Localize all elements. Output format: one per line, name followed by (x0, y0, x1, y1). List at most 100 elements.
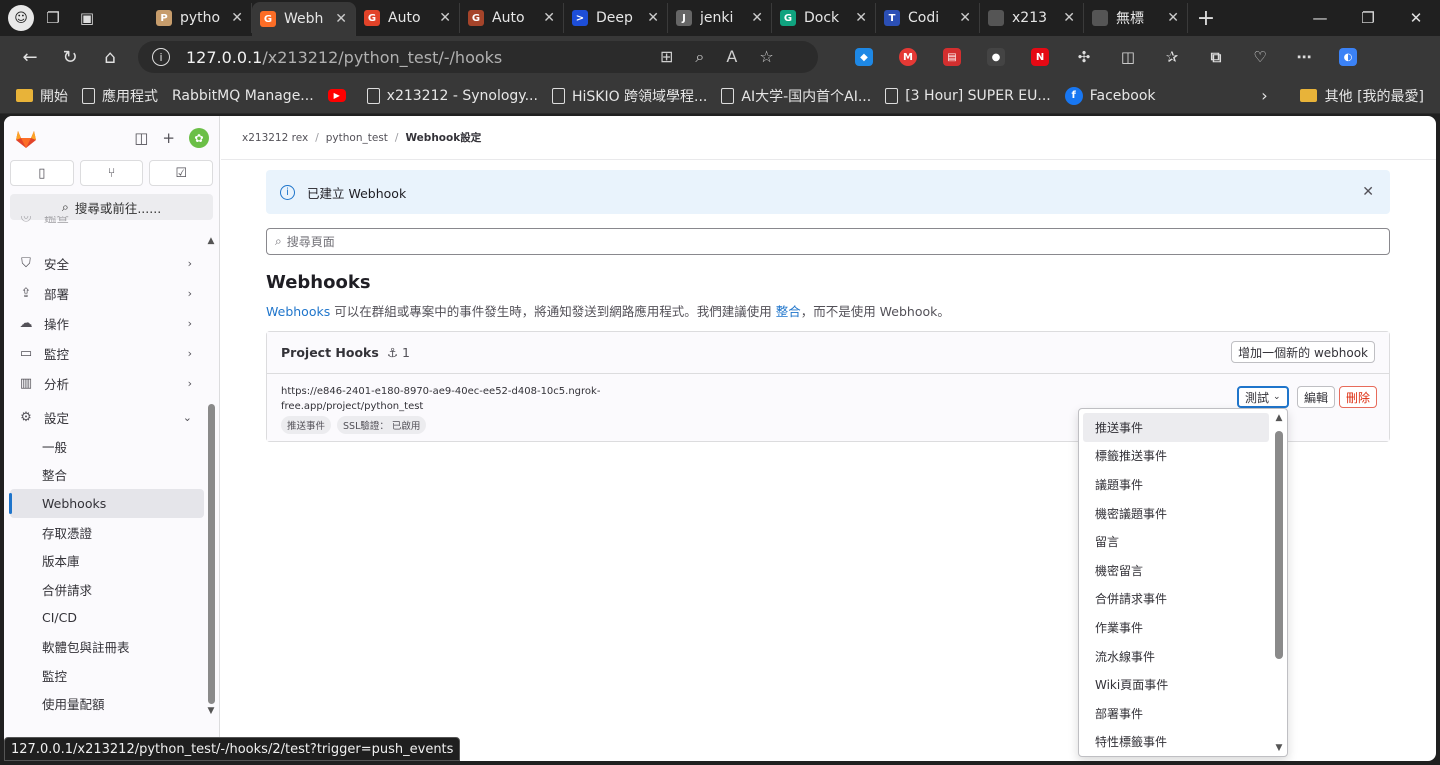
browser-tab[interactable]: 無標 ✕ (1084, 3, 1188, 33)
sidebar-subitem[interactable]: CI/CD (4, 604, 204, 633)
app-available-icon[interactable]: ⊞ (660, 47, 673, 67)
sidebar-item[interactable]: ▥ 分析 › (4, 368, 204, 398)
bookmark-item[interactable]: 應用程式 (82, 86, 158, 106)
tab-close-icon[interactable]: ✕ (647, 10, 659, 26)
bookmark-item[interactable]: AI大学-国内首个AI... (721, 86, 871, 106)
extension-m-icon[interactable]: M (899, 48, 917, 66)
browser-tab[interactable]: G Auto ✕ (460, 3, 564, 33)
add-webhook-button[interactable]: 增加一個新的 webhook (1231, 341, 1375, 363)
dropdown-item[interactable]: 機密議題事件 (1083, 499, 1269, 528)
performance-icon[interactable]: ♡ (1251, 48, 1269, 66)
gitlab-logo-icon[interactable] (14, 127, 38, 149)
scroll-down-icon[interactable]: ▼ (1274, 743, 1284, 753)
copilot-icon[interactable]: ◐ (1339, 48, 1357, 66)
zoom-icon[interactable]: ⌕ (695, 47, 704, 67)
favorites-icon[interactable]: ✰ (1163, 48, 1181, 66)
bookmark-item[interactable]: ▶ (327, 89, 353, 102)
sidebar-item[interactable]: ☁ 操作 › (4, 308, 204, 338)
sidebar-item[interactable]: ⇪ 部署 › (4, 278, 204, 308)
restore-icon[interactable]: ❐ (1344, 9, 1392, 27)
tab-actions-icon[interactable]: ▣ (72, 3, 102, 33)
breadcrumb-project[interactable]: python_test (326, 132, 388, 144)
dropdown-item[interactable]: 部署事件 (1083, 699, 1269, 728)
tab-close-icon[interactable]: ✕ (1167, 10, 1179, 26)
bookmark-item[interactable]: 開始 (16, 86, 68, 106)
bookmark-item[interactable]: RabbitMQ Manage... (172, 88, 314, 104)
read-aloud-icon[interactable]: A (726, 47, 737, 67)
browser-tab[interactable]: Jjenki ✕ (668, 3, 772, 33)
extensions-puzzle-icon[interactable]: ✣ (1075, 48, 1093, 66)
url-bar[interactable]: i 127.0.0.1/x213212/python_test/-/hooks … (138, 41, 818, 73)
scroll-down-icon[interactable]: ▼ (207, 706, 215, 716)
profile-icon[interactable]: ☺ (8, 5, 34, 31)
dropdown-item[interactable]: 議題事件 (1083, 470, 1269, 499)
integrations-link[interactable]: 整合 (776, 304, 801, 319)
collapse-sidebar-icon[interactable]: ◫ (134, 129, 148, 147)
dropdown-item[interactable]: 作業事件 (1083, 613, 1269, 642)
dropdown-item[interactable]: 合併請求事件 (1083, 585, 1269, 614)
dropdown-item[interactable]: Wiki頁面事件 (1083, 670, 1269, 699)
browser-tab[interactable]: > Deep ✕ (564, 3, 668, 33)
bookmark-item[interactable]: [3 Hour] SUPER EU... (885, 87, 1051, 104)
home-icon[interactable]: ⌂ (90, 39, 130, 75)
create-new-icon[interactable]: + (162, 129, 175, 147)
extension-screenshot-icon[interactable]: ▤ (943, 48, 961, 66)
dropdown-item[interactable]: 標籤推送事件 (1083, 442, 1269, 471)
bookmarks-other[interactable]: › 其他 [我的最愛] (1261, 86, 1424, 106)
dropdown-item[interactable]: 留言 (1083, 527, 1269, 556)
bookmark-item[interactable]: HiSKIO 跨領域學程... (551, 86, 707, 106)
extension-netflix-icon[interactable]: N (1031, 48, 1049, 66)
collections-icon[interactable]: ⧉ (1207, 48, 1225, 66)
sidebar-subitem[interactable]: 整合 (4, 461, 204, 490)
browser-tab[interactable]: x213 ✕ (980, 3, 1084, 33)
extension-diamond-icon[interactable]: ◆ (855, 48, 873, 66)
search-page-input[interactable]: ⌕ 搜尋頁面 (266, 228, 1390, 255)
sidebar-subitem[interactable]: 監控 (4, 661, 204, 690)
chevron-right-icon[interactable]: › (1261, 86, 1267, 105)
issues-count-button[interactable]: ▯ (10, 160, 74, 186)
dropdown-item[interactable]: 特性標籤事件 (1083, 728, 1269, 756)
tab-close-icon[interactable]: ✕ (439, 10, 451, 26)
user-avatar[interactable]: ✿ (189, 128, 209, 148)
dropdown-item[interactable]: 推送事件 (1083, 413, 1269, 442)
delete-button[interactable]: 刪除 (1339, 386, 1378, 408)
scrollbar-thumb[interactable] (208, 404, 215, 704)
tab-close-icon[interactable]: ✕ (1063, 10, 1075, 26)
sidebar-scrollbar[interactable]: ▲ ▼ (207, 236, 215, 736)
webhooks-doc-link[interactable]: Webhooks (266, 304, 330, 319)
close-icon[interactable]: ✕ (1362, 184, 1374, 200)
split-screen-icon[interactable]: ◫ (1119, 48, 1137, 66)
browser-tab[interactable]: T Codi ✕ (876, 3, 980, 33)
dropdown-item[interactable]: 流水線事件 (1083, 642, 1269, 671)
tab-close-icon[interactable]: ✕ (959, 10, 971, 26)
merge-requests-count-button[interactable]: ⑂ (79, 160, 144, 186)
favorite-star-icon[interactable]: ☆ (759, 47, 773, 67)
test-dropdown-button[interactable]: 測試 ⌄ (1237, 386, 1289, 408)
new-tab-button[interactable]: + (1188, 6, 1224, 31)
sidebar-item[interactable]: ▭ 監控 › (4, 338, 204, 368)
sidebar-item[interactable]: ⛉ 安全 › (4, 248, 204, 278)
scroll-up-icon[interactable]: ▲ (1274, 413, 1284, 423)
dropdown-item[interactable]: 機密留言 (1083, 556, 1269, 585)
workspaces-icon[interactable]: ❐ (38, 3, 68, 33)
breadcrumb-user[interactable]: x213212 rex (242, 132, 308, 144)
browser-tab[interactable]: G Auto ✕ (356, 3, 460, 33)
sidebar-item-partial[interactable]: ◎ 鑑查 (4, 216, 204, 230)
more-icon[interactable]: ⋯ (1295, 48, 1313, 66)
breadcrumb-current[interactable]: Webhook設定 (405, 130, 481, 145)
tab-close-icon[interactable]: ✕ (751, 10, 763, 26)
dropdown-scrollbar[interactable]: ▲ ▼ (1274, 413, 1284, 753)
refresh-icon[interactable]: ↻ (50, 39, 90, 75)
back-icon[interactable]: ← (10, 39, 50, 75)
browser-tab[interactable]: Ppytho ✕ (148, 3, 252, 33)
scroll-up-icon[interactable]: ▲ (207, 236, 215, 246)
sidebar-subitem[interactable]: 存取憑證 (4, 518, 204, 547)
extension-shield-icon[interactable]: ● (987, 48, 1005, 66)
todos-count-button[interactable]: ☑ (149, 160, 214, 186)
sidebar-subitem[interactable]: 一般 (4, 432, 204, 461)
bookmark-item[interactable]: f Facebook (1064, 86, 1156, 105)
close-window-icon[interactable]: ✕ (1392, 9, 1440, 27)
browser-tab[interactable]: G Webh ✕ (252, 2, 356, 36)
minimize-icon[interactable]: — (1296, 9, 1344, 27)
sidebar-subitem[interactable]: 使用量配額 (4, 689, 204, 718)
